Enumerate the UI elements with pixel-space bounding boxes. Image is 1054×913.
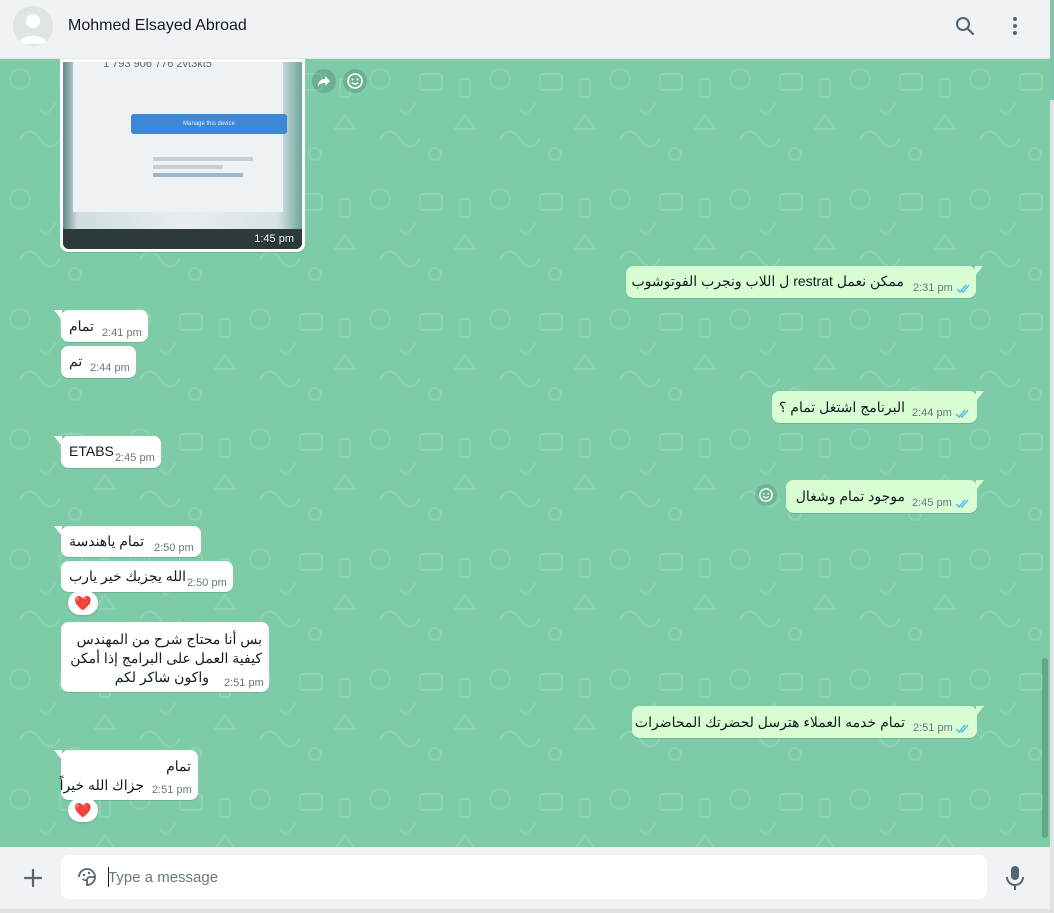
window-bottom-edge bbox=[0, 909, 1054, 913]
microphone-icon[interactable] bbox=[1003, 864, 1027, 892]
search-icon[interactable] bbox=[953, 14, 977, 38]
message-input[interactable] bbox=[108, 865, 968, 889]
react-button[interactable] bbox=[343, 69, 367, 93]
message-text: تم bbox=[69, 353, 83, 369]
message-text-line: بس أنا محتاج شرح من المهندس bbox=[76, 631, 262, 647]
message-bubble-outgoing[interactable]: موجود تمام وشغال 2:45 pm bbox=[786, 480, 984, 513]
contact-name[interactable]: Mohmed Elsayed Abroad bbox=[68, 17, 247, 35]
react-button[interactable] bbox=[755, 484, 777, 506]
message-text: تمام ياهندسة bbox=[69, 533, 145, 549]
message-time: 2:31 pm bbox=[913, 282, 953, 294]
message-text-line: واكون شاكر لكم bbox=[114, 669, 209, 685]
message-text: تمام خدمه العملاء هترسل لحضرتك المحاضرات bbox=[634, 714, 905, 730]
message-bubble-incoming[interactable]: تم 2:44 pm bbox=[61, 346, 136, 378]
message-photo[interactable]: 1 793 906 776 2vt3kt5 Manage this device… bbox=[63, 62, 302, 249]
smiley-icon bbox=[759, 488, 773, 502]
message-time: 2:51 pm bbox=[152, 784, 192, 796]
chat-scrollbar-thumb[interactable] bbox=[1042, 658, 1048, 838]
message-text: موجود تمام وشغال bbox=[795, 488, 905, 504]
read-ticks-icon bbox=[956, 284, 970, 294]
message-bubble-incoming[interactable]: الله يجزيك خير يارب 2:50 pm bbox=[61, 561, 233, 592]
heart-icon: ❤️ bbox=[74, 594, 92, 611]
message-bubble-outgoing[interactable]: البرنامج اشتغل تمام ؟ 2:44 pm bbox=[772, 391, 984, 423]
read-ticks-icon bbox=[955, 409, 969, 419]
sticker-emoji-icon[interactable] bbox=[75, 865, 99, 889]
read-ticks-icon bbox=[955, 724, 969, 734]
message-time: 2:45 pm bbox=[115, 452, 155, 464]
message-text-line: جزاك الله خيراً bbox=[59, 777, 144, 793]
heart-icon: ❤️ bbox=[74, 801, 92, 818]
message-time: 2:44 pm bbox=[90, 362, 130, 374]
photo-screen-content: 1 793 906 776 2vt3kt5 Manage this device bbox=[73, 62, 287, 212]
window-scrollbar-thumb[interactable] bbox=[1050, 0, 1054, 100]
forward-button[interactable] bbox=[312, 69, 336, 93]
attach-plus-icon[interactable] bbox=[22, 867, 44, 889]
contact-avatar[interactable] bbox=[13, 6, 53, 46]
message-time: 2:51 pm bbox=[224, 677, 264, 689]
message-bubble-incoming[interactable]: تمام ياهندسة 2:50 pm bbox=[54, 526, 201, 557]
smiley-icon bbox=[347, 73, 363, 89]
message-text: الله يجزيك خير يارب bbox=[69, 568, 187, 584]
message-bubble-outgoing[interactable]: تمام خدمه العملاء هترسل لحضرتك المحاضرات… bbox=[632, 706, 984, 738]
message-bubble-incoming[interactable]: بس أنا محتاج شرح من المهندس كيفية العمل … bbox=[61, 622, 269, 692]
photo-blue-button: Manage this device bbox=[131, 114, 287, 134]
chat-header: Mohmed Elsayed Abroad bbox=[0, 0, 1050, 59]
message-reaction[interactable]: ❤️ bbox=[68, 798, 98, 822]
message-text-line: تمام bbox=[166, 758, 191, 774]
message-time: 2:45 pm bbox=[912, 497, 952, 509]
default-avatar-icon bbox=[13, 6, 53, 46]
message-text: تمام bbox=[69, 318, 94, 334]
message-time: 2:41 pm bbox=[102, 327, 142, 339]
message-time: 2:50 pm bbox=[154, 542, 194, 554]
window-scrollbar[interactable] bbox=[1050, 0, 1054, 913]
image-message[interactable]: 1 793 906 776 2vt3kt5 Manage this device… bbox=[60, 59, 305, 252]
message-bubble-incoming[interactable]: تمام 2:41 pm bbox=[54, 310, 148, 342]
message-time: 2:51 pm bbox=[913, 722, 953, 734]
message-time: 2:44 pm bbox=[912, 407, 952, 419]
message-compose-box[interactable] bbox=[61, 855, 987, 899]
forward-icon bbox=[318, 76, 330, 87]
read-ticks-icon bbox=[955, 499, 969, 509]
composer-bar bbox=[0, 847, 1050, 909]
message-bubble-incoming[interactable]: تمام جزاك الله خيراً 2:51 pm bbox=[54, 750, 198, 800]
menu-dots-icon[interactable] bbox=[1003, 14, 1027, 38]
message-text: ممكن نعمل restrat ل اللاب ونجرب الفوتوشو… bbox=[631, 273, 904, 289]
message-text: البرنامج اشتغل تمام ؟ bbox=[778, 399, 905, 415]
message-bubble-outgoing[interactable]: ممكن نعمل restrat ل اللاب ونجرب الفوتوشو… bbox=[626, 266, 983, 298]
message-bubble-incoming[interactable]: ETABS 2:45 pm bbox=[54, 436, 161, 468]
message-text: ETABS bbox=[69, 443, 114, 459]
photo-code-text: 1 793 906 776 2vt3kt5 bbox=[103, 62, 212, 70]
image-time: 1:45 pm bbox=[254, 233, 294, 245]
message-reaction[interactable]: ❤️ bbox=[68, 591, 98, 615]
message-text-line: كيفية العمل على البرامج إذا أمكن bbox=[70, 650, 262, 666]
message-time: 2:50 pm bbox=[187, 577, 227, 589]
